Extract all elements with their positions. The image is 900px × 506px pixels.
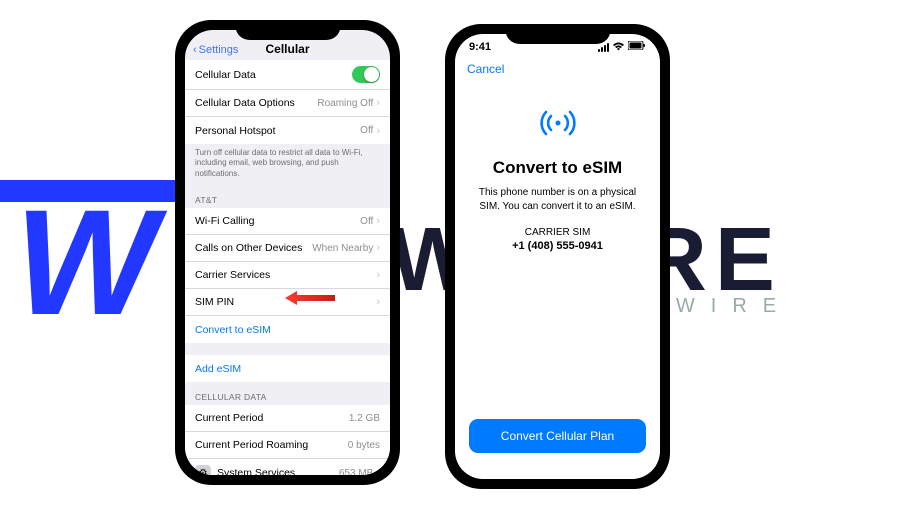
row-system-services[interactable]: ⚙ System Services 653 MB› — [185, 459, 390, 475]
chevron-right-icon: › — [376, 269, 380, 281]
phone-settings: ‹ Settings Cellular Cellular Data Cellul… — [175, 20, 400, 485]
phone-number: +1 (408) 555-0941 — [455, 240, 660, 252]
back-button[interactable]: ‹ Settings — [193, 44, 238, 56]
modal-description: This phone number is on a physical SIM. … — [455, 186, 660, 213]
cancel-button[interactable]: Cancel — [467, 62, 504, 76]
phone-notch — [505, 24, 610, 44]
chevron-right-icon: › — [376, 242, 380, 254]
row-current-roaming: Current Period Roaming 0 bytes — [185, 432, 390, 459]
toggle-cellular-data[interactable] — [352, 66, 380, 83]
chevron-left-icon: ‹ — [193, 44, 197, 56]
row-wifi-calling[interactable]: Wi-Fi Calling Off› — [185, 208, 390, 235]
convert-button[interactable]: Convert Cellular Plan — [469, 419, 646, 453]
battery-icon — [628, 41, 646, 53]
row-cellular-data-options[interactable]: Cellular Data Options Roaming Off› — [185, 90, 390, 117]
row-carrier-services[interactable]: Carrier Services › — [185, 262, 390, 289]
carrier-label: CARRIER SIM — [455, 227, 660, 238]
phone-convert-esim: 9:41 Cancel Convert to eSIM This phone n… — [445, 24, 670, 489]
chevron-right-icon: › — [376, 125, 380, 137]
row-calls-other-devices[interactable]: Calls on Other Devices When Nearby› — [185, 235, 390, 262]
section-header-data: CELLULAR DATA — [185, 382, 390, 405]
annotation-arrow — [285, 290, 335, 306]
status-time: 9:41 — [469, 41, 491, 53]
chevron-right-icon: › — [376, 97, 380, 109]
row-add-esim[interactable]: Add eSIM — [185, 355, 390, 382]
phone-notch — [235, 20, 340, 40]
row-personal-hotspot[interactable]: Personal Hotspot Off› — [185, 117, 390, 144]
nav-title: Cellular — [265, 42, 309, 56]
modal-title: Convert to eSIM — [455, 158, 660, 178]
wifi-icon — [612, 41, 625, 54]
chevron-right-icon: › — [376, 296, 380, 308]
chevron-right-icon: › — [376, 215, 380, 227]
row-cellular-data[interactable]: Cellular Data — [185, 60, 390, 90]
row-current-period: Current Period 1.2 GB — [185, 405, 390, 432]
antenna-icon — [538, 106, 578, 142]
signal-icon — [598, 43, 609, 52]
section-footer: Turn off cellular data to restrict all d… — [185, 144, 390, 185]
row-convert-esim[interactable]: Convert to eSIM — [185, 316, 390, 343]
section-header-carrier: AT&T — [185, 185, 390, 208]
